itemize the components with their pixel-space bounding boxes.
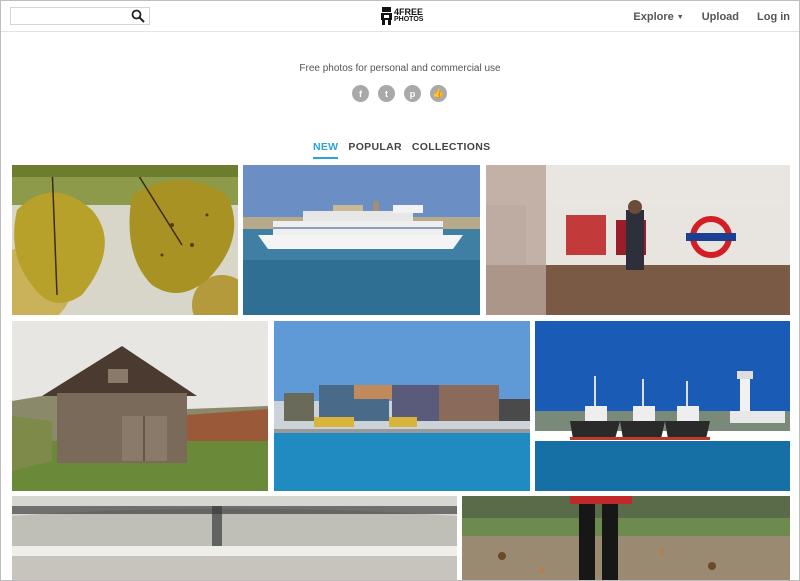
photo-underground-train: [486, 165, 790, 315]
photo-tile[interactable]: [486, 165, 790, 315]
photo-tile[interactable]: [535, 321, 790, 491]
logo-mark-icon: [381, 7, 392, 25]
facebook-icon[interactable]: f: [352, 85, 369, 102]
thumbs-up-icon[interactable]: 👍: [430, 85, 447, 102]
search-box[interactable]: [10, 7, 150, 26]
main-nav: Explore ▼ Upload Log in: [615, 11, 790, 23]
logo-text: 4FREE: [394, 7, 424, 17]
tab-new[interactable]: NEW: [313, 141, 339, 159]
social-links: f t p 👍: [352, 85, 447, 102]
tab-collections[interactable]: COLLECTIONS: [412, 141, 491, 159]
photo-wooden-barn: [12, 321, 268, 491]
nav-explore-label: Explore: [633, 11, 674, 23]
pinterest-icon[interactable]: p: [404, 85, 421, 102]
photo-tile[interactable]: [12, 165, 238, 315]
nav-login[interactable]: Log in: [757, 11, 790, 23]
photo-tugboats-lighthouse: [535, 321, 790, 491]
nav-upload[interactable]: Upload: [702, 11, 739, 23]
tab-popular[interactable]: POPULAR: [348, 141, 401, 159]
photo-train-platform-roof: [12, 496, 457, 580]
logo-subtext: PHOTOS: [394, 16, 424, 23]
browser-frame: 4FREE PHOTOS Explore ▼ Upload Log in Fre…: [0, 0, 800, 581]
search-icon[interactable]: [131, 9, 145, 23]
photo-cruise-ship: [243, 165, 480, 315]
site-logo[interactable]: 4FREE PHOTOS: [381, 6, 423, 26]
twitter-icon[interactable]: t: [378, 85, 395, 102]
photo-container-port: [274, 321, 530, 491]
photo-tile[interactable]: [12, 321, 268, 491]
chevron-down-icon: ▼: [676, 13, 684, 21]
top-header: 4FREE PHOTOS Explore ▼ Upload Log in: [1, 1, 799, 32]
photo-tile[interactable]: [462, 496, 790, 580]
nav-explore[interactable]: Explore ▼: [633, 11, 683, 23]
photo-autumn-leaves: [12, 165, 238, 315]
nav-login-label: Log in: [757, 11, 790, 23]
photo-autumn-person: [462, 496, 790, 580]
search-input[interactable]: [11, 10, 129, 26]
tagline: Free photos for personal and commercial …: [299, 63, 501, 74]
photo-tile[interactable]: [12, 496, 457, 580]
nav-upload-label: Upload: [701, 11, 739, 23]
photo-tile[interactable]: [274, 321, 530, 491]
gallery-tabs: NEW POPULAR COLLECTIONS: [313, 141, 500, 159]
photo-tile[interactable]: [243, 165, 480, 315]
